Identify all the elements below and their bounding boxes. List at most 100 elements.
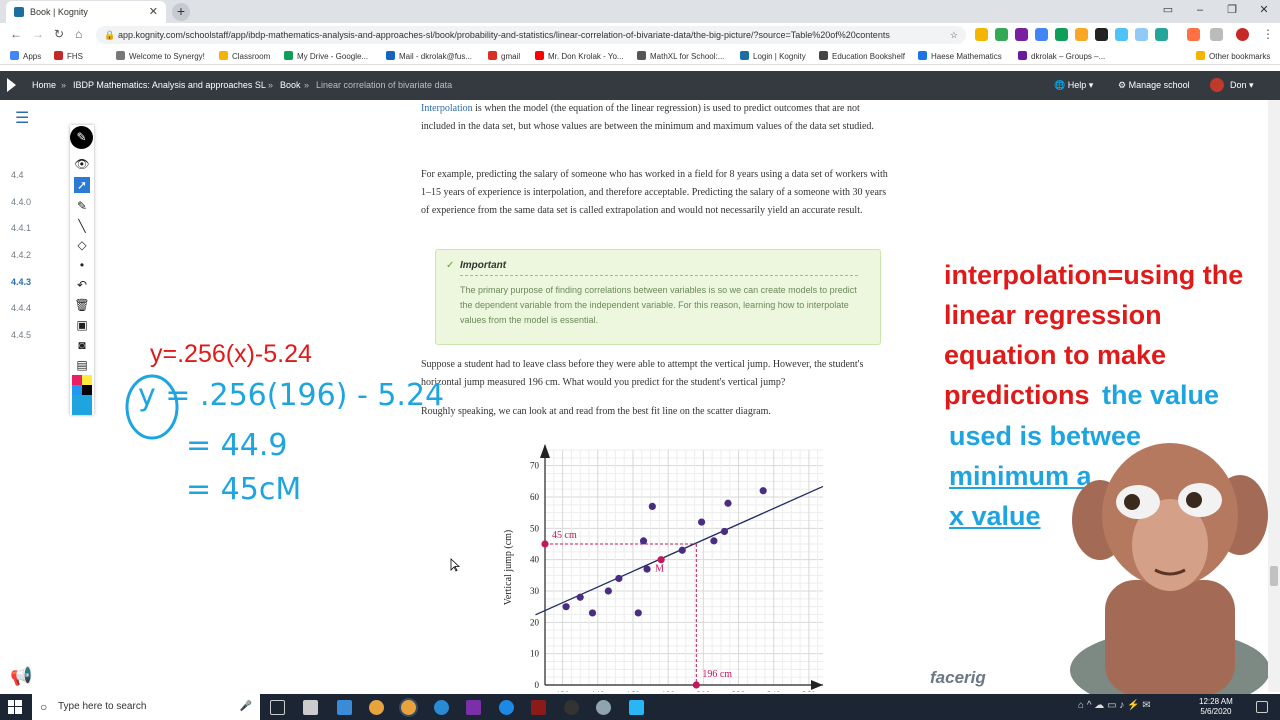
section-link[interactable]: 4.4.5: [11, 330, 31, 340]
dot-size-icon[interactable]: •: [74, 257, 90, 273]
table-of-contents-icon[interactable]: ☰: [15, 111, 32, 127]
task-view-icon[interactable]: [270, 700, 285, 715]
scrollbar[interactable]: [1268, 100, 1280, 692]
bookmark-item[interactable]: Welcome to Synergy!: [116, 51, 205, 61]
interpolation-link[interactable]: Interpolation: [421, 103, 473, 114]
mean-point: [657, 556, 665, 564]
extension-icon[interactable]: [1095, 28, 1108, 41]
bookmark-item[interactable]: Education Bookshelf: [819, 51, 905, 61]
extension-icon[interactable]: [1055, 28, 1068, 41]
bookmark-item[interactable]: gmail: [488, 51, 520, 61]
taskbar-clock[interactable]: 12:28 AM 5/6/2020: [1199, 697, 1233, 717]
windows-start-icon[interactable]: [8, 700, 22, 714]
x-axis-arrow: [811, 680, 823, 690]
mail-icon[interactable]: [337, 700, 352, 715]
pen-extension-icon[interactable]: [1075, 28, 1088, 41]
y-tick-label: 40: [530, 555, 540, 565]
tab-title: Book | Kognity: [30, 7, 88, 17]
classroom-extension-icon[interactable]: [995, 28, 1008, 41]
camera-icon[interactable]: ◙: [74, 337, 90, 353]
pointer-tool-icon[interactable]: ➚: [74, 177, 90, 193]
scrollbar-thumb[interactable]: [1270, 566, 1278, 586]
bookmark-item[interactable]: dkrolak – Groups –...: [1018, 51, 1105, 61]
extension-icon[interactable]: [1115, 28, 1128, 41]
notification-icon[interactable]: [1256, 701, 1268, 713]
forward-icon[interactable]: →: [32, 27, 44, 41]
announcement-icon[interactable]: 📢: [10, 666, 32, 687]
store-icon[interactable]: [303, 700, 318, 715]
scatter-point: [720, 527, 729, 536]
new-tab-button[interactable]: +: [172, 3, 190, 21]
color-palette[interactable]: [72, 375, 92, 415]
reload-icon[interactable]: ↻: [54, 27, 64, 41]
extension-icon[interactable]: [1035, 28, 1048, 41]
browser-menu-icon[interactable]: ⋮: [1262, 27, 1274, 41]
line-tool-icon[interactable]: ╲: [74, 218, 90, 234]
bookmark-item[interactable]: Mail - dkrolak@fus...: [386, 51, 472, 61]
manage-school-link[interactable]: ⚙ Manage school: [1118, 80, 1190, 91]
breadcrumb-home[interactable]: Home: [32, 80, 56, 90]
eraser-icon[interactable]: ◇: [74, 237, 90, 253]
extension-icon[interactable]: [1187, 28, 1200, 41]
section-link[interactable]: 4.4.4: [11, 303, 31, 313]
extension-icon[interactable]: [1210, 28, 1223, 41]
back-icon[interactable]: ←: [10, 27, 22, 41]
section-link[interactable]: 4.4.1: [11, 223, 31, 233]
section-link-active[interactable]: 4.4.3: [11, 277, 31, 287]
onenote-extension-icon[interactable]: [1015, 28, 1028, 41]
bookmark-item[interactable]: Apps: [10, 51, 41, 61]
bookmark-item[interactable]: Mr. Don Krolak - Yo...: [535, 51, 624, 61]
user-avatar[interactable]: [1210, 78, 1224, 92]
chrome-active-icon[interactable]: [401, 700, 416, 715]
section-link[interactable]: 4.4: [11, 170, 24, 180]
clipboard-icon[interactable]: ▤: [74, 357, 90, 373]
pen-tool-icon[interactable]: ✎: [74, 198, 90, 214]
pen-tool-logo-icon[interactable]: ✎: [70, 126, 93, 149]
system-tray[interactable]: ⌂ ^ ☁ ▭ ♪ ⚡ ✉: [1078, 700, 1151, 711]
restore-button[interactable]: ❐: [1216, 0, 1248, 20]
url-input[interactable]: 🔒 app.kognity.com/schoolstaff/app/ibdp-m…: [96, 26, 966, 44]
user-menu[interactable]: Don ▾: [1230, 80, 1254, 91]
extension-icon[interactable]: [1135, 28, 1148, 41]
section-link[interactable]: 4.4.2: [11, 250, 31, 260]
profile-avatar-icon[interactable]: [1236, 28, 1249, 41]
drive-extension-icon[interactable]: [975, 28, 988, 41]
eye-icon[interactable]: 👁: [74, 156, 90, 172]
minimize-button[interactable]: –: [1184, 0, 1216, 20]
tab-search-icon[interactable]: ▭: [1152, 0, 1184, 20]
bookmark-item[interactable]: My Drive - Google...: [284, 51, 368, 61]
app-grey-icon[interactable]: [596, 700, 611, 715]
close-window-button[interactable]: ✕: [1248, 0, 1280, 20]
section-link[interactable]: 4.4.0: [11, 197, 31, 207]
bookmark-item[interactable]: Haese Mathematics: [918, 51, 1002, 61]
bookmark-item[interactable]: Login | Kognity: [740, 51, 806, 61]
bookmark-item[interactable]: Classroom: [219, 51, 270, 61]
bookmark-item[interactable]: Other bookmarks: [1196, 51, 1270, 61]
browser-tab[interactable]: Book | Kognity ✕: [6, 1, 166, 23]
kognity-logo-icon[interactable]: [7, 78, 16, 92]
app-red-icon[interactable]: [531, 700, 546, 715]
breadcrumb-book[interactable]: Book: [280, 80, 301, 90]
bookmark-item[interactable]: FHS: [54, 51, 83, 61]
microphone-icon[interactable]: 🎤: [240, 694, 252, 720]
bookmark-item[interactable]: MathXL for School:...: [637, 51, 724, 61]
onenote-icon[interactable]: [466, 700, 481, 715]
app-circle-icon[interactable]: [499, 700, 514, 715]
x-tick-label: 200: [697, 690, 711, 692]
pen-app-icon[interactable]: [564, 700, 579, 715]
app-w-icon[interactable]: [434, 700, 449, 715]
help-menu[interactable]: 🌐 Help ▾: [1054, 80, 1093, 91]
chrome-icon[interactable]: [369, 700, 384, 715]
extension-icon[interactable]: [1155, 28, 1168, 41]
breadcrumb-course[interactable]: IBDP Mathematics: Analysis and approache…: [73, 80, 266, 90]
undo-icon[interactable]: ↶: [74, 277, 90, 293]
facerig-app-icon[interactable]: [629, 700, 644, 715]
x-marker: [692, 681, 700, 689]
bookmark-star-icon[interactable]: ☆: [950, 26, 958, 44]
trash-icon[interactable]: 🗑: [74, 297, 90, 313]
tab-close-icon[interactable]: ✕: [149, 5, 158, 18]
paragraph-roughly: Roughly speaking, we can look at and rea…: [421, 406, 771, 417]
whiteboard-icon[interactable]: ▣: [74, 317, 90, 333]
taskbar-search-input[interactable]: ○ Type here to search 🎤: [32, 694, 260, 720]
home-icon[interactable]: ⌂: [75, 27, 82, 41]
